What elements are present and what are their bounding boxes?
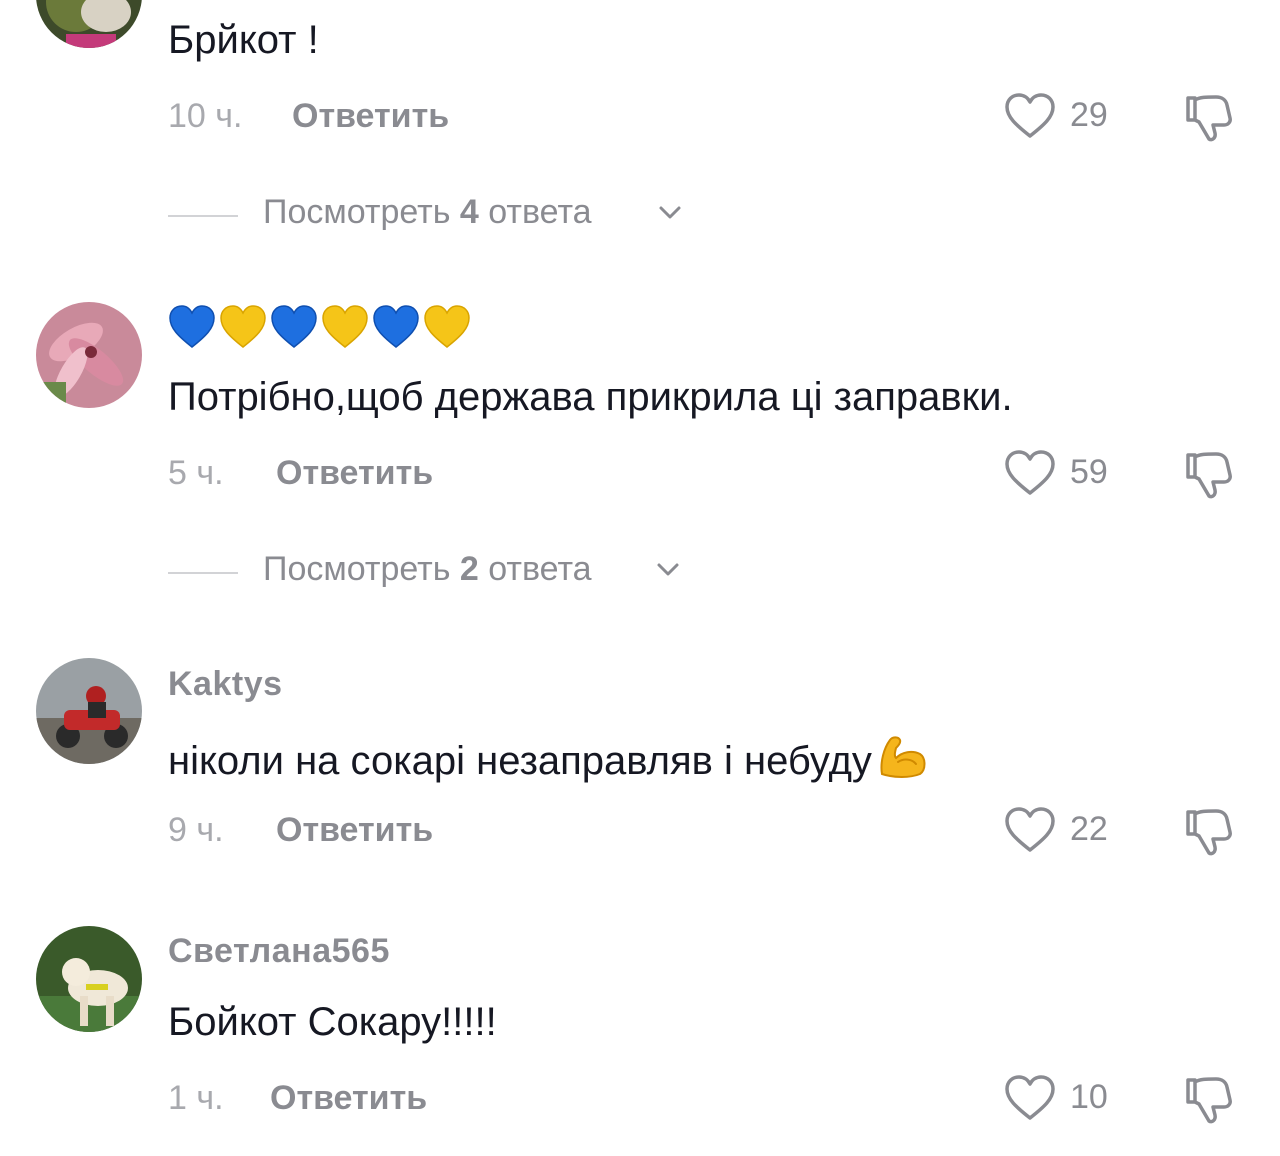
dislike-button[interactable] [1182,806,1234,858]
divider-line [168,215,238,217]
chevron-down-icon [657,563,679,576]
divider-line [168,572,238,574]
yellow-heart-icon [220,305,266,348]
reply-button[interactable]: Ответить [276,811,433,850]
thumbs-down-icon [1186,452,1232,499]
reply-button[interactable]: Ответить [292,97,449,136]
like-count: 29 [1070,96,1108,134]
dislike-button[interactable] [1182,92,1234,144]
emoji-line [168,304,471,350]
thumbs-down-icon [1186,95,1232,142]
like-count: 59 [1070,453,1108,491]
flexed-biceps-icon [880,736,926,778]
comment-time: 9 ч. [168,811,224,849]
username[interactable]: Светлана565 [168,932,390,971]
comment-text: Потрібно,щоб держава прикрила ці заправк… [168,375,1013,419]
heart-icon [1005,807,1055,852]
thumbs-down-icon [1186,809,1232,856]
comment-text: Бойкот Сокару!!!!! [168,1000,497,1044]
heart-icon [1005,93,1055,138]
thumbs-down-icon [1186,1077,1232,1124]
view-replies-label: Посмотреть 2 ответа [263,550,592,588]
like-count: 22 [1070,810,1108,848]
comment-text-content: ніколи на сокарі незаправляв і небуду [168,739,872,783]
blue-heart-icon [271,305,317,348]
avatar[interactable] [36,0,142,48]
comment-time: 1 ч. [168,1079,224,1117]
avatar[interactable] [36,658,142,764]
comment-time: 10 ч. [168,97,243,135]
username[interactable]: Kaktys [168,665,283,704]
comment-text: ніколи на сокарі незаправляв і небуду [168,732,928,784]
like-button[interactable]: 10 [1004,1074,1114,1124]
chevron-down-icon [659,206,681,219]
like-button[interactable]: 59 [1004,449,1114,499]
like-button[interactable]: 29 [1004,92,1114,142]
comment-text: Брйкот ! [168,18,319,62]
heart-icon [1005,450,1055,495]
view-replies-label: Посмотреть 4 ответа [263,193,592,231]
avatar[interactable] [36,926,142,1032]
dislike-button[interactable] [1182,1074,1234,1126]
yellow-heart-icon [424,305,470,348]
blue-heart-icon [169,305,215,348]
reply-button[interactable]: Ответить [276,454,433,493]
view-replies-button[interactable]: Посмотреть 4 ответа [168,193,728,233]
blue-heart-icon [373,305,419,348]
avatar[interactable] [36,302,142,408]
heart-icon [1005,1075,1055,1120]
reply-button[interactable]: Ответить [270,1079,427,1118]
yellow-heart-icon [322,305,368,348]
view-replies-button[interactable]: Посмотреть 2 ответа [168,550,728,590]
comment-time: 5 ч. [168,454,224,492]
like-button[interactable]: 22 [1004,806,1114,856]
dislike-button[interactable] [1182,449,1234,501]
like-count: 10 [1070,1078,1108,1116]
